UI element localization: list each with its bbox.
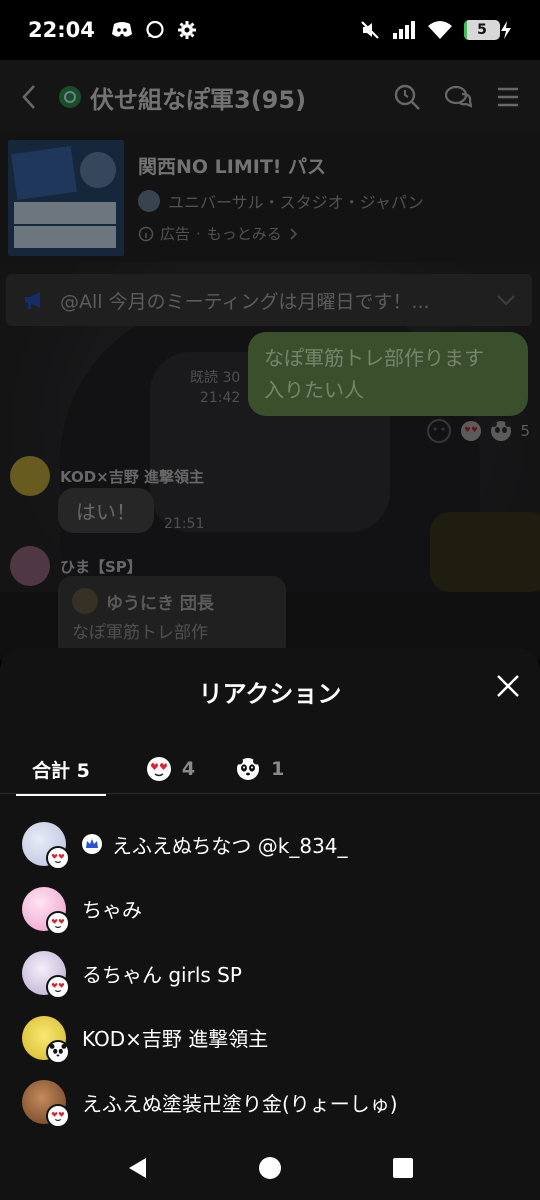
message-text: はい！ <box>76 500 136 524</box>
message-time: 21:42 <box>199 390 241 406</box>
sender-name: KOD×吉野 進撃領主 <box>60 467 204 486</box>
list-item[interactable]: KOD×吉野 進撃領主 <box>0 1006 540 1071</box>
info-icon <box>138 226 154 241</box>
chat-title: 伏せ組なぽ軍3(95) <box>90 85 307 114</box>
search-icon[interactable] <box>394 84 420 110</box>
chat-bubble-icon <box>146 20 164 39</box>
ad-title: 関西NO LIMIT! パス <box>138 156 327 178</box>
list-item[interactable]: るちゃん girls SP <box>0 941 540 1006</box>
charging-bolt-icon <box>501 21 511 39</box>
avatar[interactable] <box>10 546 50 586</box>
announcement-banner[interactable]: @All 今月のミーティングは月曜日です！... <box>6 274 532 326</box>
back-triangle-icon[interactable] <box>126 1156 148 1180</box>
tab-panda-count: 1 <box>271 758 285 780</box>
read-count: 既読 30 <box>190 370 241 386</box>
status-time: 22:04 <box>28 18 95 42</box>
ad-advertiser: ユニバーサル・スタジオ・ジャパン <box>168 193 424 212</box>
tab-heart-eyes[interactable]: 4 <box>146 744 195 794</box>
ad-more-link[interactable]: もっとみる <box>207 223 282 244</box>
heart-eyes-icon <box>46 846 70 871</box>
message-bubble[interactable]: はい！ <box>58 488 154 533</box>
settings-gear-icon <box>177 21 196 39</box>
home-circle-icon[interactable] <box>258 1156 282 1180</box>
message-reactions[interactable]: 5 <box>426 418 530 444</box>
chat-icon[interactable] <box>444 84 472 110</box>
battery-icon: 5 <box>464 20 512 40</box>
panda-icon <box>236 757 261 780</box>
system-nav-bar <box>0 1136 540 1200</box>
heart-eyes-icon <box>46 1104 70 1129</box>
battery-level: 5 <box>477 22 487 38</box>
sheet-title: リアクション <box>198 680 342 708</box>
panda-icon <box>491 421 512 441</box>
mute-icon <box>361 21 379 39</box>
battery-fill <box>464 20 467 40</box>
list-item[interactable]: ちゃみ <box>0 877 540 942</box>
message-line: 入りたい人 <box>264 378 364 402</box>
chevron-right-icon <box>290 227 297 240</box>
discord-icon <box>111 22 132 37</box>
reply-author: ゆうにき 団長 <box>106 593 214 614</box>
menu-icon[interactable] <box>496 86 520 108</box>
user-name: ちゃみ <box>82 898 142 923</box>
wifi-icon <box>428 21 452 39</box>
ad-label: 広告 <box>160 225 191 243</box>
signal-icon <box>393 21 415 39</box>
tab-heart-eyes-count: 4 <box>181 758 196 780</box>
reaction-tabs: 合計 5 4 1 <box>0 744 540 796</box>
divider <box>0 793 540 794</box>
heart-eyes-icon <box>461 421 482 441</box>
avatar <box>72 588 98 614</box>
tab-total[interactable]: 合計 5 <box>16 744 106 796</box>
recents-square-icon[interactable] <box>392 1157 414 1179</box>
reaction-count: 5 <box>520 422 530 440</box>
back-arrow-icon[interactable] <box>20 83 38 111</box>
user-name: るちゃん girls SP <box>82 962 242 987</box>
avatar[interactable] <box>10 456 50 496</box>
heart-eyes-icon <box>46 975 70 1000</box>
chat-header: 伏せ組なぽ軍3(95) <box>0 60 540 134</box>
megaphone-icon <box>25 292 40 309</box>
message-line: なぽ軍筋トレ部作ります <box>264 346 484 370</box>
close-icon[interactable] <box>494 672 522 700</box>
message-read-meta: 既読 30 21:42 <box>190 368 240 408</box>
status-bar: 22:04 5 <box>0 0 540 60</box>
my-message-bubble[interactable]: なぽ軍筋トレ部作ります 入りたい人 <box>248 332 528 416</box>
openchat-icon <box>59 86 81 108</box>
heart-eyes-icon <box>146 757 171 781</box>
add-reaction-icon[interactable] <box>426 418 452 444</box>
reaction-sheet: リアクション 合計 5 4 1 えふえぬちなつ @k_834_ ちゃみ るちゃん… <box>0 648 540 1136</box>
user-name: KOD×吉野 進撃領主 <box>82 1027 269 1052</box>
ad-banner[interactable]: 関西NO LIMIT! パス ユニバーサル・スタジオ・ジャパン 広告 · もっと… <box>0 134 540 262</box>
tab-total-label: 合計 5 <box>32 759 90 782</box>
crown-icon <box>82 834 102 855</box>
chat-area: 伏せ組なぽ軍3(95) 関西NO LIMIT! パス ユニバーサル・スタジオ・ジ… <box>0 60 540 660</box>
ad-thumbnail <box>8 140 124 256</box>
reaction-user-list: えふえぬちなつ @k_834_ ちゃみ るちゃん girls SP KOD×吉野… <box>0 812 540 1135</box>
message-time: 21:51 <box>164 516 205 532</box>
list-item[interactable]: えふえぬ塗装卍塗り金(りょーしゅ) <box>0 1070 540 1135</box>
user-name: えふえぬ塗装卍塗り金(りょーしゅ) <box>82 1091 398 1116</box>
heart-eyes-icon <box>46 910 70 935</box>
user-name: えふえぬちなつ @k_834_ <box>112 833 348 858</box>
announcement-text: @All 今月のミーティングは月曜日です！... <box>60 290 430 313</box>
chevron-down-icon[interactable] <box>496 294 516 306</box>
sender-name: ひま【SP】 <box>60 557 142 576</box>
panda-icon <box>46 1039 70 1064</box>
tab-panda[interactable]: 1 <box>235 744 284 794</box>
advertiser-logo <box>138 190 160 212</box>
list-item[interactable]: えふえぬちなつ @k_834_ <box>0 812 540 877</box>
reply-text: なぽ軍筋トレ部作 <box>72 623 208 643</box>
